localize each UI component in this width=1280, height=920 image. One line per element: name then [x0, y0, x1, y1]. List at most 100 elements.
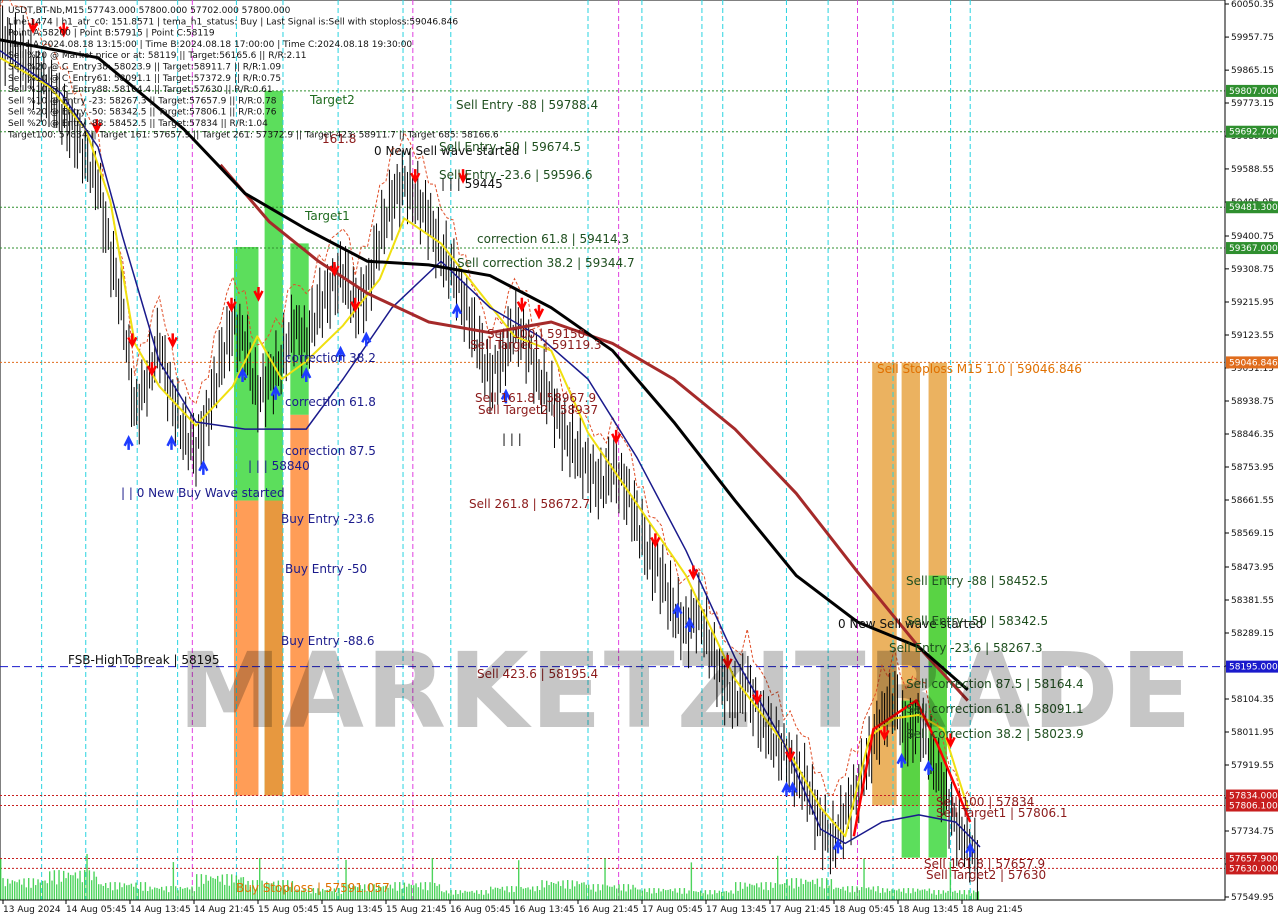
volume-bar [207, 880, 210, 900]
volume-bar [924, 889, 926, 900]
volume-bar [452, 894, 455, 900]
volume-bar [429, 882, 431, 900]
chart-annotation: Sell Entry -88 | 59788.4 [456, 98, 598, 112]
volume-bar [91, 880, 93, 900]
volume-bar [109, 882, 112, 900]
volume-bar [709, 890, 711, 900]
time-tick-label: 13 Aug 2024 [3, 905, 61, 915]
volume-bar [837, 887, 840, 900]
volume-bar [588, 884, 590, 900]
info-line: Sell %10 @ Entry -23: 58267.3 || Target:… [8, 96, 277, 106]
price-tick-label: 59215.95 [1231, 298, 1274, 308]
volume-bar [434, 882, 436, 900]
volume-bar [632, 884, 634, 900]
volume-bar [191, 886, 193, 900]
volume-bar [14, 881, 16, 900]
volume-bar [102, 885, 105, 900]
info-line: USDT,BT-Nb,M15 57743.000 57800.000 57702… [8, 6, 291, 16]
volume-bar [459, 890, 462, 900]
volume-bar [233, 882, 235, 900]
price-tick-label: 59865.15 [1231, 66, 1274, 76]
volume-bar [70, 874, 72, 900]
volume-bar [58, 870, 60, 900]
volume-bar [389, 884, 392, 900]
volume-bar [417, 887, 420, 900]
volume-bar [660, 891, 662, 900]
volume-bar [847, 886, 849, 900]
volume-bar [788, 885, 791, 900]
volume-bar [142, 890, 144, 900]
volume-bar [497, 887, 499, 900]
volume-bar [844, 890, 847, 900]
volume-bar [760, 882, 763, 900]
volume-bar [543, 887, 546, 900]
chart-annotation: correction 61.8 | 59414.3 [477, 232, 629, 246]
volume-bar [674, 888, 676, 900]
volume-bar [959, 890, 961, 900]
volume-bar [714, 890, 716, 900]
volume-bar [683, 888, 686, 900]
volume-bar [427, 890, 429, 900]
price-level-label: 59481.300 [1229, 203, 1278, 213]
volume-bar [511, 886, 513, 900]
volume-bar [161, 886, 163, 900]
info-line: Sell %10 @ C_Entry61: 58091.1 || Target:… [8, 74, 281, 84]
volume-bar [770, 882, 772, 900]
volume-bar [455, 890, 457, 900]
time-tick-label: 14 Aug 05:45 [66, 905, 127, 915]
volume-bar [658, 888, 660, 900]
time-tick-label: 16 Aug 13:45 [514, 905, 575, 915]
chart-annotation: Buy Entry -23.6 [281, 512, 375, 526]
price-tick-label: 58846.35 [1231, 430, 1274, 440]
volume-bar [149, 886, 151, 900]
volume-bar [392, 888, 394, 900]
volume-bar [515, 886, 518, 900]
volume-bar [756, 883, 758, 900]
volume-bar [471, 890, 473, 900]
volume-bar [898, 888, 900, 900]
volume-bar [583, 882, 585, 900]
chart-annotation: Target1 [304, 209, 350, 223]
volume-bar [9, 883, 11, 900]
volume-bar [840, 888, 842, 900]
volume-bar [147, 891, 149, 900]
volume-bar [23, 878, 25, 900]
volume-bar [716, 893, 718, 900]
volume-bar [686, 893, 688, 900]
price-level-label: 57630.000 [1229, 864, 1278, 874]
volume-bar [184, 888, 186, 900]
volume-bar [935, 894, 938, 900]
volume-bar [151, 889, 154, 900]
volume-bar [105, 882, 107, 900]
volume-bar [648, 888, 651, 900]
volume-bar [457, 894, 459, 900]
volume-bar [133, 886, 135, 900]
volume-bar [210, 876, 212, 900]
chart-annotation: Target2 [309, 93, 355, 107]
volume-bar [681, 893, 683, 900]
volume-bar [655, 892, 658, 900]
volume-bar [508, 892, 511, 900]
volume-bar [737, 890, 739, 900]
chart-annotation: Sell 261.8 | 58672.7 [469, 497, 590, 511]
volume-bar [39, 882, 42, 900]
volume-bar [569, 888, 571, 900]
volume-bar [863, 858, 865, 900]
volume-bar [469, 891, 471, 900]
volume-bar [604, 858, 606, 900]
volume-bar [403, 882, 406, 900]
chart-annotation: | | | 59445 [441, 177, 503, 191]
volume-bar [821, 878, 823, 900]
volume-bar [536, 886, 539, 900]
volume-bar [814, 884, 816, 900]
volume-bar [112, 890, 114, 900]
volume-bar [620, 890, 623, 900]
volume-bar [704, 890, 707, 900]
volume-bar [219, 881, 221, 900]
volume-bar [200, 874, 203, 900]
volume-bar [476, 890, 478, 900]
volume-bar [947, 890, 949, 900]
volume-bar [144, 882, 147, 900]
volume-bar [487, 893, 490, 900]
volume-bar [732, 893, 735, 900]
